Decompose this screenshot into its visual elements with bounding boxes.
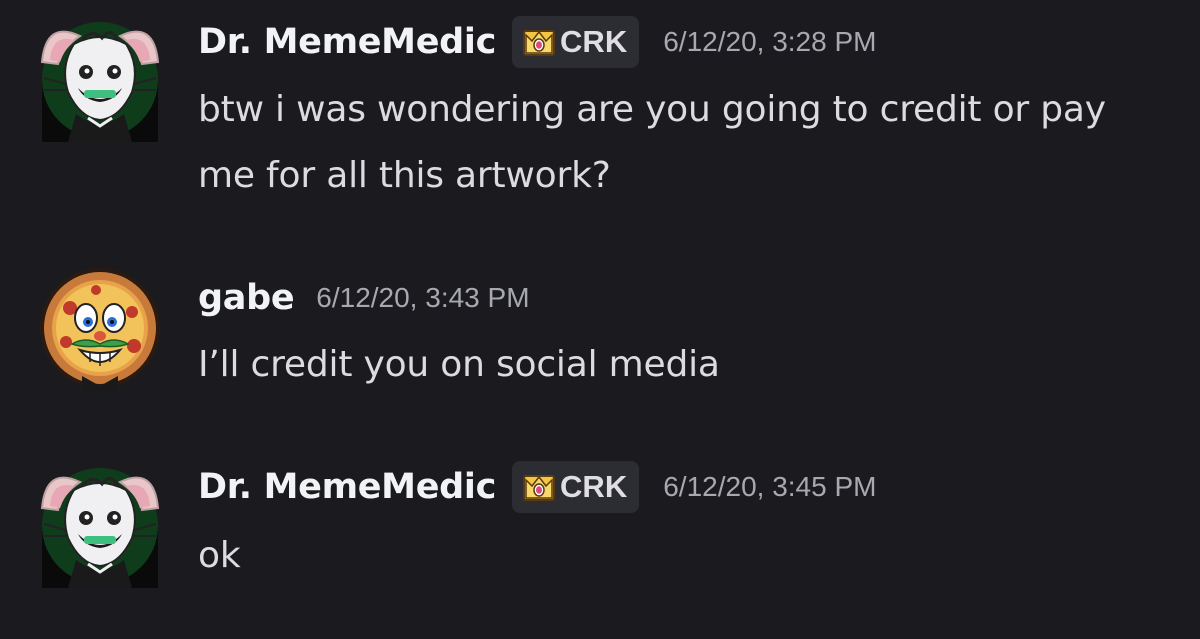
pizza-face-avatar-icon[interactable] [36,264,164,392]
server-tag[interactable]: CRK [512,461,640,513]
message-header: Dr. MemeMedic CRK 6/12/20, 3:45 PM [198,459,876,515]
server-tag[interactable]: CRK [512,16,640,68]
username[interactable]: Dr. MemeMedic [198,467,496,507]
username[interactable]: gabe [198,278,295,318]
message-text: I’ll credit you on social media [198,344,720,385]
white-cat-avatar-icon[interactable] [36,14,164,142]
white-cat-avatar-icon[interactable] [36,460,164,588]
timestamp: 6/12/20, 3:45 PM [663,471,877,502]
message-text: btw i was wondering are you going to cre… [198,89,1106,196]
timestamp: 6/12/20, 3:43 PM [316,282,530,313]
username[interactable]: Dr. MemeMedic [198,22,496,62]
chat-message: Dr. MemeMedic CRK 6/12/20, 3:45 PM ok [0,445,1200,625]
crown-gem-icon [523,475,556,501]
timestamp: 6/12/20, 3:28 PM [663,26,877,57]
message-header: gabe 6/12/20, 3:43 PM [198,272,530,324]
chat-message: Dr. MemeMedic CRK 6/12/20, 3:28 PM btw i… [0,0,1200,200]
tag-label: CRK [560,24,628,59]
message-header: Dr. MemeMedic CRK 6/12/20, 3:28 PM [198,14,876,70]
tag-label: CRK [560,469,628,504]
chat-message: gabe 6/12/20, 3:43 PM I’ll credit you on… [0,262,1200,412]
crown-gem-icon [523,30,556,56]
message-text: ok [198,535,241,576]
